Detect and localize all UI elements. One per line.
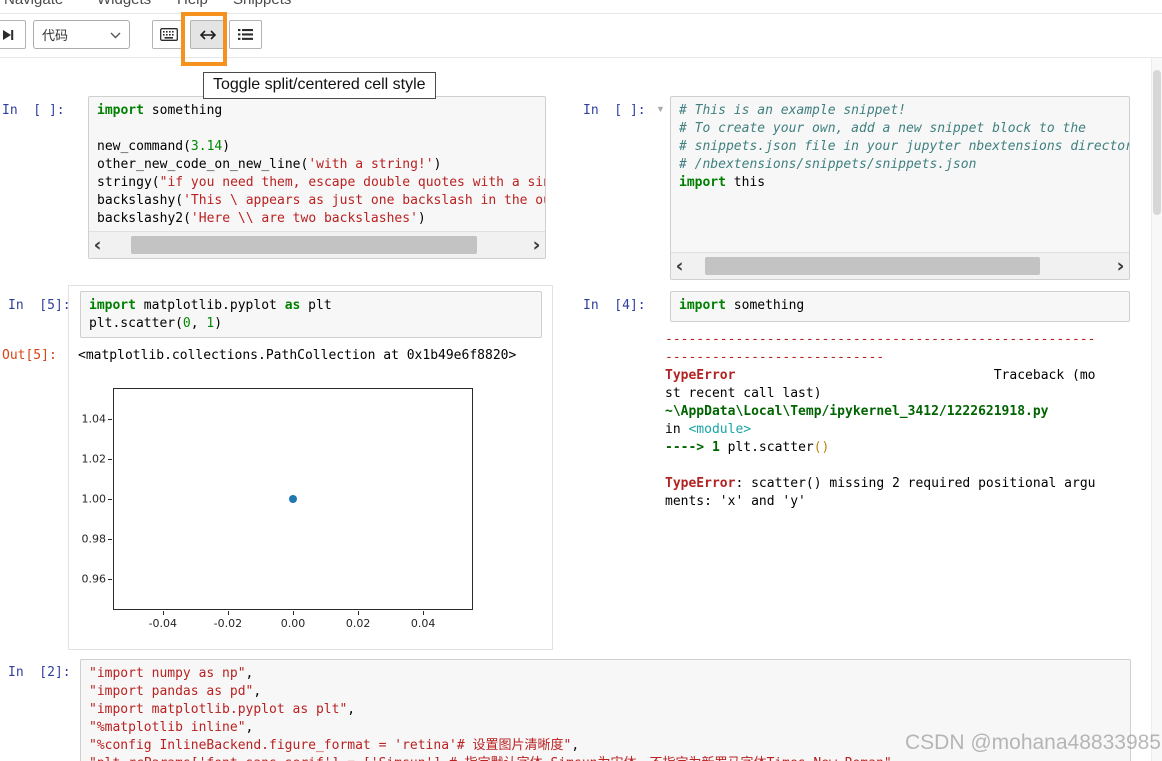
xticklabel: 0.02 [345, 617, 371, 630]
scroll-right-icon[interactable]: › [528, 233, 545, 257]
code-cell-input[interactable]: import matplotlib.pyplot as plt plt.scatt… [80, 291, 542, 338]
command-palette-button[interactable] [152, 20, 185, 49]
snippets-menu-button[interactable] [229, 20, 262, 49]
vertical-scrollbar[interactable] [1151, 58, 1162, 761]
jupyter-notebook-window: Navigate Widgets Help Snippets 代码 [0, 0, 1162, 761]
plot-axes: -0.04 -0.02 0.00 0.02 0.04 0.96 0.98 1.00 1.02 1.… [82, 388, 473, 630]
menu-item-widgets[interactable]: Widgets [97, 0, 151, 8]
code-editor[interactable]: import matplotlib.pyplot as plt plt.scatt… [81, 292, 541, 337]
ytickmark [108, 499, 112, 500]
input-prompt: In [ ]: [2, 103, 65, 118]
xtickmark [162, 611, 164, 615]
scroll-left-icon[interactable]: ‹ [89, 233, 106, 257]
xtickmark [423, 611, 425, 615]
horizontal-scrollbar[interactable]: ‹ › [89, 231, 545, 258]
pt [289, 495, 297, 503]
chevron-down-icon [110, 27, 121, 42]
input-prompt: In [2]: [8, 665, 71, 680]
keyboard-icon [159, 28, 178, 41]
yticklabel: 1.00 [81, 492, 107, 506]
output-prompt: Out[5]: [2, 348, 57, 363]
cell-type-value: 代码 [42, 28, 69, 43]
input-prompt: In [5]: [8, 298, 71, 313]
code-cell-input[interactable]: import something new_command(3.14) other_… [88, 96, 546, 259]
matplotlib-figure: -0.04 -0.02 0.00 0.02 0.04 0.96 0.98 1.00 1.02 1.… [75, 375, 511, 647]
xticklabel: -0.02 [213, 617, 243, 630]
ytickmark [108, 579, 112, 580]
yticklabel: 1.04 [81, 412, 107, 426]
yticklabel: 0.98 [81, 532, 107, 546]
scrollbar-thumb[interactable] [131, 236, 478, 254]
scrollbar-thumb[interactable] [704, 257, 1040, 275]
yticklabel: 0.96 [81, 572, 107, 586]
left-right-arrow-icon [199, 29, 217, 41]
input-prompt: In [ ]: [583, 103, 646, 118]
scrollbar-thumb[interactable] [1153, 70, 1161, 215]
xticklabel: 0.04 [410, 617, 436, 630]
step-forward-icon [0, 27, 16, 43]
code-editor[interactable]: # This is an example snippet! # To create… [671, 97, 1129, 197]
run-cell-button[interactable] [0, 20, 26, 49]
list-icon [238, 28, 253, 41]
code-cell-input[interactable]: import something [670, 291, 1130, 322]
ytickmark [108, 459, 112, 460]
code-fold-arrow-icon[interactable]: ▼ [656, 104, 665, 114]
scroll-left-icon[interactable]: ‹ [671, 254, 688, 278]
output-value: <matplotlib.collections.PathCollection a… [78, 348, 517, 363]
ytickmark [108, 419, 112, 420]
yticklabel: 1.02 [81, 452, 107, 466]
xtickmark [293, 611, 294, 615]
xtickmark [227, 611, 229, 615]
scroll-right-icon[interactable]: › [1112, 254, 1129, 278]
xtickmark [358, 611, 360, 615]
code-editor[interactable]: import something new_command(3.14) other_… [89, 97, 545, 233]
input-prompt: In [4]: [583, 298, 646, 313]
code-cell-input[interactable]: # This is an example snippet! # To create… [670, 96, 1130, 280]
menu-item-navigate[interactable]: Navigate [4, 0, 63, 8]
xticklabel: -0.04 [148, 617, 178, 630]
watermark: CSDN @mohana48833985 [905, 731, 1161, 754]
toolbar: 代码 [0, 12, 1162, 66]
error-traceback: ----------------------------------------… [665, 332, 1096, 509]
ytickmark [108, 539, 112, 540]
toggle-split-cell-button[interactable] [190, 20, 225, 49]
menu-bar: Navigate Widgets Help Snippets [0, 0, 1162, 14]
tooltip: Toggle split/centered cell style [203, 72, 436, 99]
code-editor[interactable]: import something [671, 292, 1129, 320]
xticklabel: 0.00 [280, 617, 306, 630]
menu-item-snippets[interactable]: Snippets [233, 0, 291, 8]
horizontal-scrollbar[interactable]: ‹ › [671, 252, 1129, 279]
cell-type-select[interactable]: 代码 [33, 20, 130, 49]
menu-item-help[interactable]: Help [177, 0, 208, 8]
